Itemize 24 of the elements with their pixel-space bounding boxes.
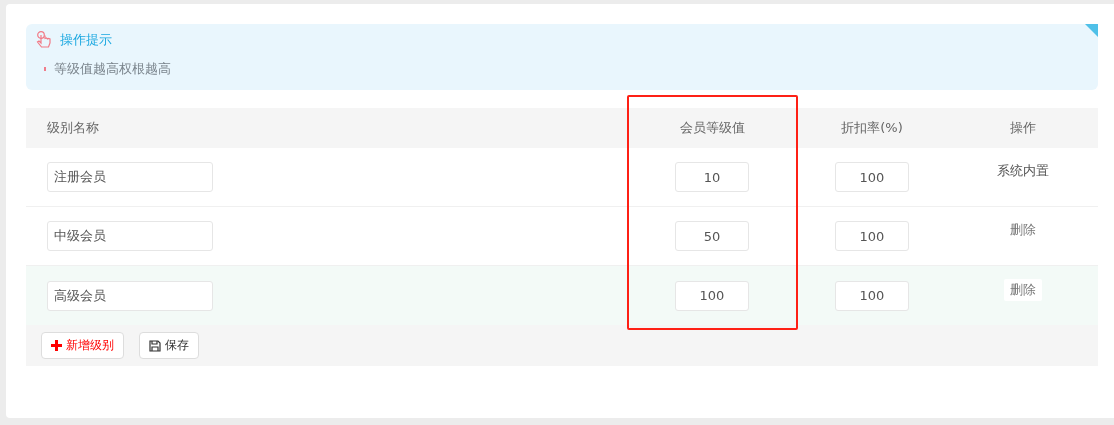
system-builtin-label: 系统内置 [995, 162, 1050, 180]
tip-text: 等级值越高权根越高 [54, 60, 171, 78]
discount-field[interactable]: 100 [835, 221, 909, 251]
pointing-hand-icon [36, 31, 52, 49]
name-field[interactable]: 注册会员 [47, 162, 213, 192]
name-field[interactable]: 高级会员 [47, 280, 213, 311]
level-value-field[interactable]: 100 [675, 280, 749, 311]
level-value-field[interactable]: 50 [675, 221, 749, 251]
column-header: 会员等级值 [678, 119, 746, 137]
plus-icon [51, 340, 62, 351]
add-level-button[interactable]: 新增级别 [41, 332, 124, 359]
discount-field[interactable]: 100 [835, 162, 909, 192]
discount-field[interactable]: 100 [835, 280, 909, 311]
corner-triangle-icon [1085, 24, 1098, 37]
column-header: 操作 [1008, 119, 1037, 137]
tips-title: 操作提示 [60, 31, 112, 49]
delete-link[interactable]: 删除 [1003, 278, 1042, 301]
column-header: 级别名称 [46, 119, 100, 137]
floppy-disk-icon [149, 339, 161, 352]
name-field[interactable]: 中级会员 [47, 221, 213, 251]
level-value-field[interactable]: 10 [675, 162, 749, 192]
column-header: 折扣率(%) [840, 119, 904, 137]
delete-link[interactable]: 删除 [1003, 219, 1042, 241]
save-button[interactable]: 保存 [139, 332, 199, 359]
